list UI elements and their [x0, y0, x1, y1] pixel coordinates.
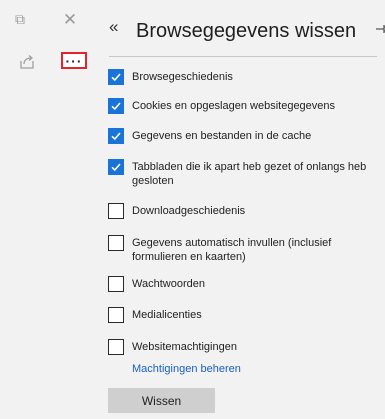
- more-options-button[interactable]: ···: [61, 52, 87, 69]
- option-label: Cookies en opgeslagen websitegegevens: [132, 100, 336, 112]
- checkbox-unchecked[interactable]: [108, 276, 124, 292]
- ellipsis-icon: ···: [65, 52, 83, 69]
- pin-icon-graphic: [376, 25, 385, 33]
- close-window-icon[interactable]: ✕: [62, 11, 78, 28]
- checkmark-icon: [111, 132, 121, 141]
- checkbox-unchecked[interactable]: [108, 203, 124, 219]
- option-websitemachtigingen[interactable]: Websitemachtigingen: [108, 339, 377, 355]
- option-automatisch-invullen[interactable]: Gegevens automatisch invullen (inclusief…: [108, 235, 377, 264]
- browser-chrome-strip: ⧉ ✕ ···: [0, 0, 101, 419]
- checkbox-checked[interactable]: [108, 98, 124, 114]
- checkbox-unchecked[interactable]: [108, 339, 124, 355]
- share-icon[interactable]: [18, 53, 36, 71]
- share-icon-graphic: [20, 55, 34, 69]
- checkbox-unchecked[interactable]: [108, 235, 124, 251]
- checkbox-checked[interactable]: [108, 69, 124, 85]
- checkmark-icon: [111, 73, 121, 82]
- manage-permissions-link[interactable]: Machtigingen beheren: [132, 363, 241, 375]
- option-label: Gegevens en bestanden in de cache: [132, 130, 312, 142]
- panel-title: Browsegegevens wissen: [136, 20, 357, 42]
- option-label: Wachtwoorden: [132, 278, 205, 290]
- restore-window-icon[interactable]: ⧉: [12, 11, 28, 27]
- option-cookies[interactable]: Cookies en opgeslagen websitegegevens: [108, 98, 377, 114]
- clear-browsing-data-panel: « Browsegegevens wissen Browsegeschieden…: [101, 0, 385, 419]
- option-cache[interactable]: Gegevens en bestanden in de cache: [108, 128, 377, 144]
- option-medialicenties[interactable]: Medialicenties: [108, 307, 377, 323]
- checkbox-unchecked[interactable]: [108, 307, 124, 323]
- option-label: Browsegeschiedenis: [132, 71, 233, 83]
- checkmark-icon: [111, 102, 121, 111]
- checkmark-icon: [111, 163, 121, 172]
- option-label: Gegevens automatisch invullen (inclusief…: [132, 237, 332, 263]
- checkbox-checked[interactable]: [108, 159, 124, 175]
- option-tabbladen[interactable]: Tabbladen die ik apart heb gezet of onla…: [108, 159, 377, 188]
- option-browsegeschiedenis[interactable]: Browsegeschiedenis: [108, 69, 377, 85]
- pin-icon[interactable]: [375, 22, 385, 36]
- option-label: Tabbladen die ik apart heb gezet of onla…: [132, 161, 367, 187]
- option-label: Downloadgeschiedenis: [132, 205, 246, 217]
- divider: [109, 56, 377, 57]
- option-downloadgeschiedenis[interactable]: Downloadgeschiedenis: [108, 203, 377, 219]
- option-wachtwoorden[interactable]: Wachtwoorden: [108, 276, 377, 292]
- back-chevron-icon[interactable]: «: [109, 18, 118, 35]
- clear-button[interactable]: Wissen: [108, 388, 215, 413]
- option-label: Websitemachtigingen: [132, 341, 237, 353]
- option-label: Medialicenties: [132, 309, 202, 321]
- checkbox-checked[interactable]: [108, 128, 124, 144]
